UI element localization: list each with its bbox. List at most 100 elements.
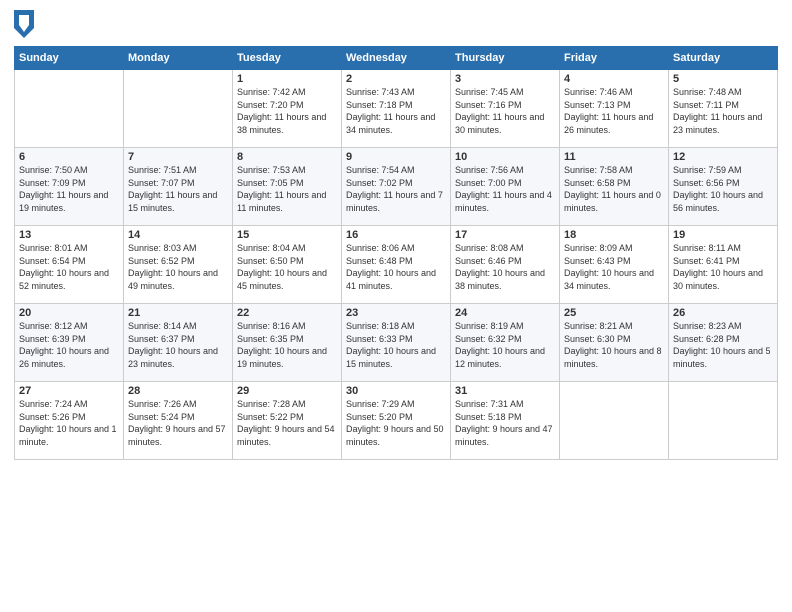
day-info: Sunrise: 7:54 AM Sunset: 7:02 PM Dayligh… xyxy=(346,164,446,214)
calendar-cell: 26Sunrise: 8:23 AM Sunset: 6:28 PM Dayli… xyxy=(669,304,778,382)
day-info: Sunrise: 7:58 AM Sunset: 6:58 PM Dayligh… xyxy=(564,164,664,214)
calendar-header-row: SundayMondayTuesdayWednesdayThursdayFrid… xyxy=(15,47,778,70)
day-number: 9 xyxy=(346,151,446,163)
day-number: 1 xyxy=(237,73,337,85)
day-header-monday: Monday xyxy=(124,47,233,70)
day-info: Sunrise: 8:09 AM Sunset: 6:43 PM Dayligh… xyxy=(564,242,664,292)
calendar-cell: 10Sunrise: 7:56 AM Sunset: 7:00 PM Dayli… xyxy=(451,148,560,226)
calendar-cell: 30Sunrise: 7:29 AM Sunset: 5:20 PM Dayli… xyxy=(342,382,451,460)
day-number: 12 xyxy=(673,151,773,163)
day-info: Sunrise: 7:46 AM Sunset: 7:13 PM Dayligh… xyxy=(564,86,664,136)
day-number: 14 xyxy=(128,229,228,241)
calendar-cell: 2Sunrise: 7:43 AM Sunset: 7:18 PM Daylig… xyxy=(342,70,451,148)
calendar-cell: 22Sunrise: 8:16 AM Sunset: 6:35 PM Dayli… xyxy=(233,304,342,382)
day-number: 27 xyxy=(19,385,119,397)
calendar-cell: 23Sunrise: 8:18 AM Sunset: 6:33 PM Dayli… xyxy=(342,304,451,382)
day-info: Sunrise: 8:19 AM Sunset: 6:32 PM Dayligh… xyxy=(455,320,555,370)
header xyxy=(14,10,778,38)
day-info: Sunrise: 7:43 AM Sunset: 7:18 PM Dayligh… xyxy=(346,86,446,136)
calendar-cell: 29Sunrise: 7:28 AM Sunset: 5:22 PM Dayli… xyxy=(233,382,342,460)
calendar-week-row: 27Sunrise: 7:24 AM Sunset: 5:26 PM Dayli… xyxy=(15,382,778,460)
calendar-table: SundayMondayTuesdayWednesdayThursdayFrid… xyxy=(14,46,778,460)
day-info: Sunrise: 7:28 AM Sunset: 5:22 PM Dayligh… xyxy=(237,398,337,448)
day-info: Sunrise: 8:21 AM Sunset: 6:30 PM Dayligh… xyxy=(564,320,664,370)
day-number: 29 xyxy=(237,385,337,397)
day-number: 4 xyxy=(564,73,664,85)
day-number: 24 xyxy=(455,307,555,319)
day-number: 21 xyxy=(128,307,228,319)
calendar-cell: 21Sunrise: 8:14 AM Sunset: 6:37 PM Dayli… xyxy=(124,304,233,382)
day-info: Sunrise: 7:24 AM Sunset: 5:26 PM Dayligh… xyxy=(19,398,119,448)
day-info: Sunrise: 8:23 AM Sunset: 6:28 PM Dayligh… xyxy=(673,320,773,370)
day-number: 30 xyxy=(346,385,446,397)
calendar-cell: 12Sunrise: 7:59 AM Sunset: 6:56 PM Dayli… xyxy=(669,148,778,226)
day-info: Sunrise: 8:03 AM Sunset: 6:52 PM Dayligh… xyxy=(128,242,228,292)
day-info: Sunrise: 7:48 AM Sunset: 7:11 PM Dayligh… xyxy=(673,86,773,136)
calendar-cell: 16Sunrise: 8:06 AM Sunset: 6:48 PM Dayli… xyxy=(342,226,451,304)
page-container: SundayMondayTuesdayWednesdayThursdayFrid… xyxy=(0,0,792,612)
day-info: Sunrise: 7:29 AM Sunset: 5:20 PM Dayligh… xyxy=(346,398,446,448)
day-info: Sunrise: 8:12 AM Sunset: 6:39 PM Dayligh… xyxy=(19,320,119,370)
calendar-cell: 7Sunrise: 7:51 AM Sunset: 7:07 PM Daylig… xyxy=(124,148,233,226)
day-number: 7 xyxy=(128,151,228,163)
day-info: Sunrise: 7:42 AM Sunset: 7:20 PM Dayligh… xyxy=(237,86,337,136)
calendar-cell: 3Sunrise: 7:45 AM Sunset: 7:16 PM Daylig… xyxy=(451,70,560,148)
day-info: Sunrise: 8:01 AM Sunset: 6:54 PM Dayligh… xyxy=(19,242,119,292)
calendar-cell xyxy=(669,382,778,460)
calendar-cell: 25Sunrise: 8:21 AM Sunset: 6:30 PM Dayli… xyxy=(560,304,669,382)
day-info: Sunrise: 8:08 AM Sunset: 6:46 PM Dayligh… xyxy=(455,242,555,292)
day-number: 22 xyxy=(237,307,337,319)
calendar-cell: 1Sunrise: 7:42 AM Sunset: 7:20 PM Daylig… xyxy=(233,70,342,148)
day-number: 26 xyxy=(673,307,773,319)
calendar-cell: 4Sunrise: 7:46 AM Sunset: 7:13 PM Daylig… xyxy=(560,70,669,148)
day-info: Sunrise: 7:53 AM Sunset: 7:05 PM Dayligh… xyxy=(237,164,337,214)
calendar-cell: 31Sunrise: 7:31 AM Sunset: 5:18 PM Dayli… xyxy=(451,382,560,460)
day-number: 11 xyxy=(564,151,664,163)
calendar-cell: 19Sunrise: 8:11 AM Sunset: 6:41 PM Dayli… xyxy=(669,226,778,304)
calendar-cell: 28Sunrise: 7:26 AM Sunset: 5:24 PM Dayli… xyxy=(124,382,233,460)
calendar-cell: 6Sunrise: 7:50 AM Sunset: 7:09 PM Daylig… xyxy=(15,148,124,226)
day-header-wednesday: Wednesday xyxy=(342,47,451,70)
day-number: 10 xyxy=(455,151,555,163)
day-number: 16 xyxy=(346,229,446,241)
day-info: Sunrise: 7:59 AM Sunset: 6:56 PM Dayligh… xyxy=(673,164,773,214)
day-header-saturday: Saturday xyxy=(669,47,778,70)
calendar-cell: 11Sunrise: 7:58 AM Sunset: 6:58 PM Dayli… xyxy=(560,148,669,226)
day-number: 18 xyxy=(564,229,664,241)
calendar-cell: 5Sunrise: 7:48 AM Sunset: 7:11 PM Daylig… xyxy=(669,70,778,148)
calendar-cell: 14Sunrise: 8:03 AM Sunset: 6:52 PM Dayli… xyxy=(124,226,233,304)
day-info: Sunrise: 7:51 AM Sunset: 7:07 PM Dayligh… xyxy=(128,164,228,214)
calendar-cell: 24Sunrise: 8:19 AM Sunset: 6:32 PM Dayli… xyxy=(451,304,560,382)
day-number: 28 xyxy=(128,385,228,397)
day-number: 3 xyxy=(455,73,555,85)
day-info: Sunrise: 7:31 AM Sunset: 5:18 PM Dayligh… xyxy=(455,398,555,448)
day-info: Sunrise: 8:04 AM Sunset: 6:50 PM Dayligh… xyxy=(237,242,337,292)
day-header-sunday: Sunday xyxy=(15,47,124,70)
calendar-cell xyxy=(124,70,233,148)
calendar-week-row: 1Sunrise: 7:42 AM Sunset: 7:20 PM Daylig… xyxy=(15,70,778,148)
day-header-thursday: Thursday xyxy=(451,47,560,70)
day-info: Sunrise: 7:45 AM Sunset: 7:16 PM Dayligh… xyxy=(455,86,555,136)
day-number: 2 xyxy=(346,73,446,85)
day-number: 15 xyxy=(237,229,337,241)
calendar-cell xyxy=(560,382,669,460)
logo xyxy=(14,10,36,38)
calendar-cell: 15Sunrise: 8:04 AM Sunset: 6:50 PM Dayli… xyxy=(233,226,342,304)
day-header-friday: Friday xyxy=(560,47,669,70)
day-info: Sunrise: 8:11 AM Sunset: 6:41 PM Dayligh… xyxy=(673,242,773,292)
day-number: 17 xyxy=(455,229,555,241)
calendar-week-row: 6Sunrise: 7:50 AM Sunset: 7:09 PM Daylig… xyxy=(15,148,778,226)
calendar-cell: 9Sunrise: 7:54 AM Sunset: 7:02 PM Daylig… xyxy=(342,148,451,226)
calendar-cell xyxy=(15,70,124,148)
day-number: 5 xyxy=(673,73,773,85)
day-number: 23 xyxy=(346,307,446,319)
logo-icon xyxy=(14,10,34,38)
calendar-cell: 17Sunrise: 8:08 AM Sunset: 6:46 PM Dayli… xyxy=(451,226,560,304)
calendar-cell: 13Sunrise: 8:01 AM Sunset: 6:54 PM Dayli… xyxy=(15,226,124,304)
day-info: Sunrise: 8:06 AM Sunset: 6:48 PM Dayligh… xyxy=(346,242,446,292)
day-number: 25 xyxy=(564,307,664,319)
day-info: Sunrise: 7:26 AM Sunset: 5:24 PM Dayligh… xyxy=(128,398,228,448)
day-number: 20 xyxy=(19,307,119,319)
calendar-cell: 8Sunrise: 7:53 AM Sunset: 7:05 PM Daylig… xyxy=(233,148,342,226)
calendar-week-row: 20Sunrise: 8:12 AM Sunset: 6:39 PM Dayli… xyxy=(15,304,778,382)
